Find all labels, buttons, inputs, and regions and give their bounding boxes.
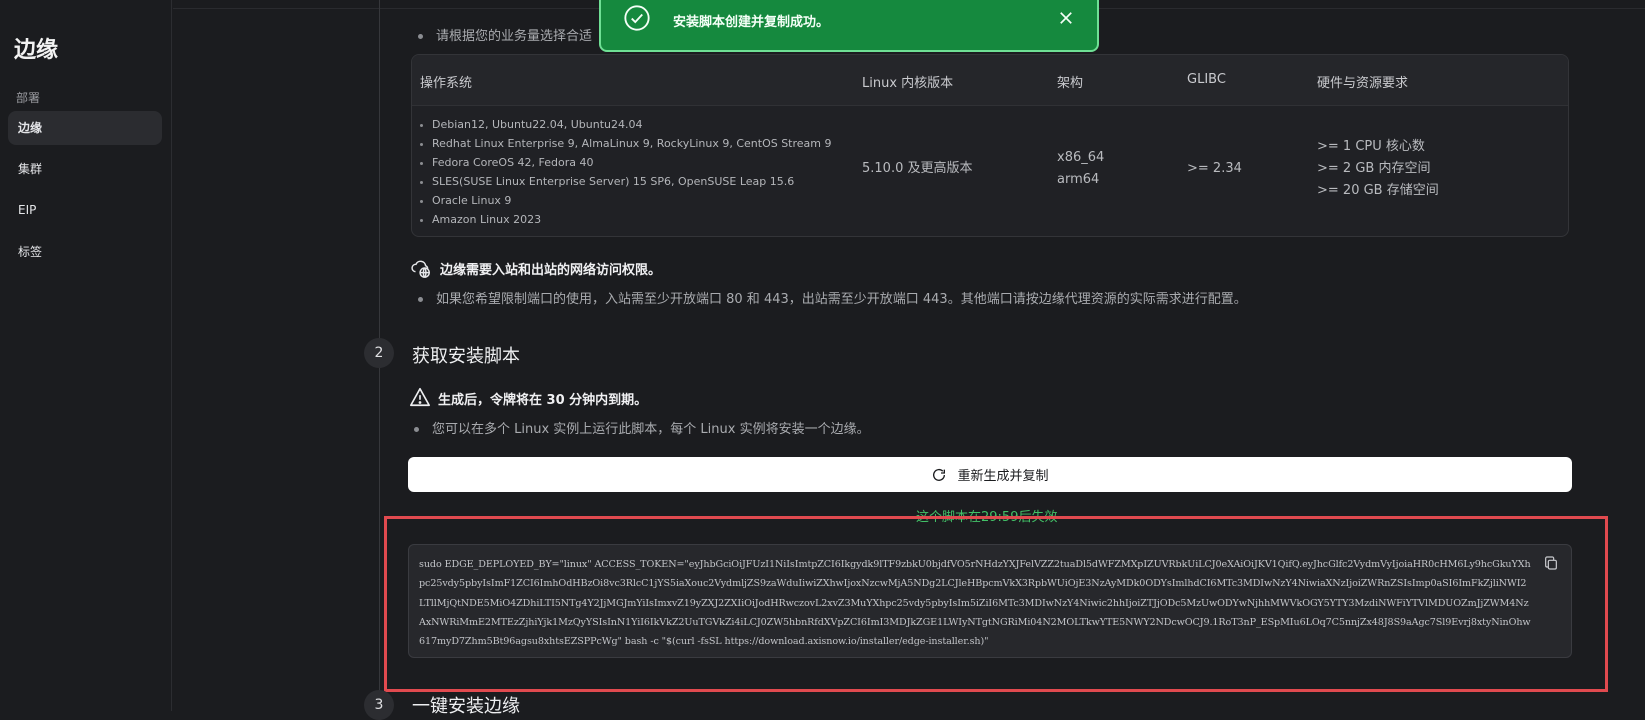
hardware-values: >= 1 CPU 核心数 >= 2 GB 内存空间 >= 20 GB 存储空间 <box>1317 136 1439 202</box>
list-item: SLES(SUSE Linux Enterprise Server) 15 SP… <box>420 172 832 191</box>
step-number: 2 <box>364 338 394 368</box>
network-warning-title: 边缘需要入站和出站的网络访问权限。 <box>440 263 662 278</box>
bullet-dot <box>418 297 423 302</box>
th-arch: 架构 <box>1057 76 1084 91</box>
success-toast: 安装脚本创建并复制成功。 <box>599 0 1099 52</box>
th-kernel: Linux 内核版本 <box>862 76 954 91</box>
hw-cpu: >= 1 CPU 核心数 <box>1317 139 1425 154</box>
copy-icon[interactable] <box>1543 555 1559 571</box>
step-title: 获取安装脚本 <box>412 346 520 367</box>
toast-message: 安装脚本创建并复制成功。 <box>673 15 830 30</box>
glibc-value: >= 2.34 <box>1187 161 1242 176</box>
arch-x86: x86_64 <box>1057 150 1105 165</box>
warning-icon <box>410 387 430 407</box>
step-number: 3 <box>364 690 394 720</box>
arch-arm: arm64 <box>1057 172 1100 187</box>
sidebar: 边缘 部署 边缘 集群 EIP 标签 <box>0 0 172 711</box>
refresh-icon <box>933 468 946 481</box>
list-item: Debian12, Ubuntu22.04, Ubuntu24.04 <box>420 115 832 134</box>
kernel-value: 5.10.0 及更高版本 <box>862 161 973 176</box>
table-header: 操作系统 Linux 内核版本 架构 GLIBC 硬件与资源要求 <box>412 55 1568 106</box>
list-item: Redhat Linux Enterprise 9, AlmaLinux 9, … <box>420 134 832 153</box>
token-expiry-warning: 生成后，令牌将在 30 分钟内到期。 <box>438 393 648 408</box>
bullet-dot <box>418 34 423 39</box>
hw-storage: >= 20 GB 存储空间 <box>1317 183 1439 198</box>
step-title: 一键安装边缘 <box>412 696 520 717</box>
list-item: Fedora CoreOS 42, Fedora 40 <box>420 153 832 172</box>
requirements-table: 操作系统 Linux 内核版本 架构 GLIBC 硬件与资源要求 Debian1… <box>411 54 1569 237</box>
th-hardware: 硬件与资源要求 <box>1317 76 1409 91</box>
regenerate-copy-button[interactable]: 重新生成并复制 <box>408 457 1572 492</box>
sidebar-section-label: 部署 <box>16 91 41 105</box>
regenerate-copy-label: 重新生成并复制 <box>957 468 1049 483</box>
th-os: 操作系统 <box>420 76 473 91</box>
network-bullet: 如果您希望限制端口的使用，入站需至少开放端口 80 和 443，出站需至少开放端… <box>418 288 1247 307</box>
bullet-dot <box>414 427 419 432</box>
cloud-network-icon <box>411 260 430 278</box>
sidebar-item-tags[interactable]: 标签 <box>8 235 162 269</box>
script-bullet: 您可以在多个 Linux 实例上运行此脚本，每个 Linux 实例将安装一个边缘… <box>414 418 870 437</box>
sidebar-item-cluster[interactable]: 集群 <box>8 152 162 186</box>
install-script-box[interactable]: sudo EDGE_DEPLOYED_BY="linux" ACCESS_TOK… <box>408 544 1572 658</box>
list-item: Amazon Linux 2023 <box>420 210 832 229</box>
arch-values: x86_64 arm64 <box>1057 147 1104 191</box>
requirements-intro: 请根据您的业务量选择合适 <box>418 25 592 44</box>
hw-memory: >= 2 GB 内存空间 <box>1317 161 1431 176</box>
sidebar-title: 边缘 <box>14 38 59 63</box>
sidebar-item-eip[interactable]: EIP <box>8 193 162 227</box>
os-list: Debian12, Ubuntu22.04, Ubuntu24.04 Redha… <box>420 115 832 229</box>
list-item: Oracle Linux 9 <box>420 191 832 210</box>
check-circle-icon <box>624 5 650 31</box>
close-icon[interactable] <box>1057 9 1075 27</box>
sidebar-item-edge[interactable]: 边缘 <box>8 111 162 145</box>
install-script-code[interactable]: sudo EDGE_DEPLOYED_BY="linux" ACCESS_TOK… <box>419 555 1531 651</box>
th-glibc: GLIBC <box>1187 72 1226 87</box>
